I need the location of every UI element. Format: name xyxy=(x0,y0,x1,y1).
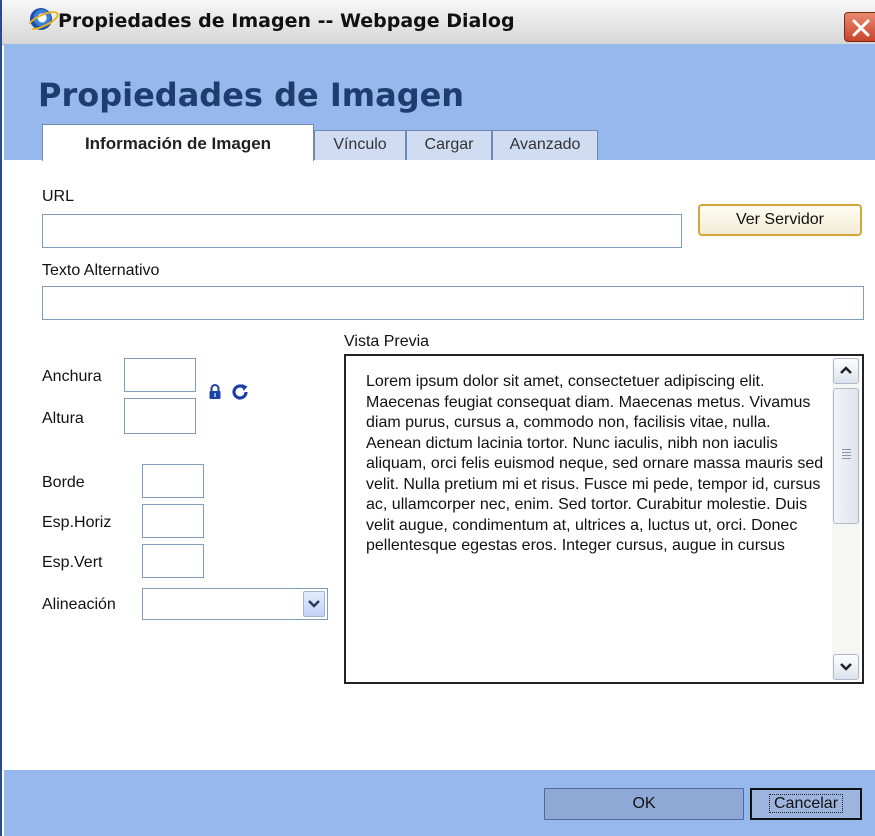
chevron-down-icon xyxy=(840,663,852,671)
height-label: Altura xyxy=(42,410,84,427)
ie-icon xyxy=(30,8,52,30)
ok-button[interactable]: OK xyxy=(544,788,744,820)
hspace-label: Esp.Horiz xyxy=(42,514,112,531)
chevron-up-icon xyxy=(840,366,852,374)
preview-text: Lorem ipsum dolor sit amet, consectetuer… xyxy=(366,373,824,554)
height-input[interactable] xyxy=(124,398,196,434)
tab-advanced[interactable]: Avanzado xyxy=(492,130,598,160)
dialog-footer xyxy=(4,770,875,836)
browse-server-button[interactable]: Ver Servidor xyxy=(698,204,862,236)
url-input[interactable] xyxy=(42,214,682,248)
align-label: Alineación xyxy=(42,596,116,613)
reset-size-icon[interactable] xyxy=(230,382,250,407)
chevron-down-icon xyxy=(308,600,320,608)
scroll-thumb[interactable] xyxy=(833,388,859,524)
border-label: Borde xyxy=(42,474,85,491)
dialog-window: Propiedades de Imagen -- Webpage Dialog … xyxy=(0,0,875,836)
width-input[interactable] xyxy=(124,358,196,392)
dialog-title: Propiedades de Imagen xyxy=(38,76,465,114)
border-input[interactable] xyxy=(142,464,204,498)
preview-box[interactable]: Lorem ipsum dolor sit amet, consectetuer… xyxy=(344,354,864,684)
url-label: URL xyxy=(42,188,75,205)
tab-upload[interactable]: Cargar xyxy=(406,130,492,160)
tab-image-info[interactable]: Información de Imagen xyxy=(42,124,314,161)
close-button[interactable] xyxy=(844,12,875,42)
window-titlebar[interactable]: Propiedades de Imagen -- Webpage Dialog xyxy=(2,0,875,45)
window-title: Propiedades de Imagen -- Webpage Dialog xyxy=(58,10,515,32)
scroll-down-button[interactable] xyxy=(833,654,859,680)
cancel-button[interactable]: Cancelar xyxy=(750,788,862,820)
scroll-up-button[interactable] xyxy=(833,358,859,384)
hspace-input[interactable] xyxy=(142,504,204,538)
preview-label: Vista Previa xyxy=(344,333,430,350)
align-dropdown-button[interactable] xyxy=(303,591,325,617)
width-label: Anchura xyxy=(42,368,102,385)
preview-scrollbar[interactable] xyxy=(832,358,860,680)
vspace-input[interactable] xyxy=(142,544,204,578)
cancel-button-label: Cancelar xyxy=(768,794,844,813)
align-select[interactable] xyxy=(142,588,328,620)
alt-text-input[interactable] xyxy=(42,286,864,320)
close-icon xyxy=(852,19,870,37)
scroll-grip xyxy=(842,449,851,461)
lock-icon[interactable] xyxy=(208,384,222,405)
tab-link[interactable]: Vínculo xyxy=(314,130,406,160)
vspace-label: Esp.Vert xyxy=(42,554,103,571)
alt-text-label: Texto Alternativo xyxy=(42,262,160,279)
